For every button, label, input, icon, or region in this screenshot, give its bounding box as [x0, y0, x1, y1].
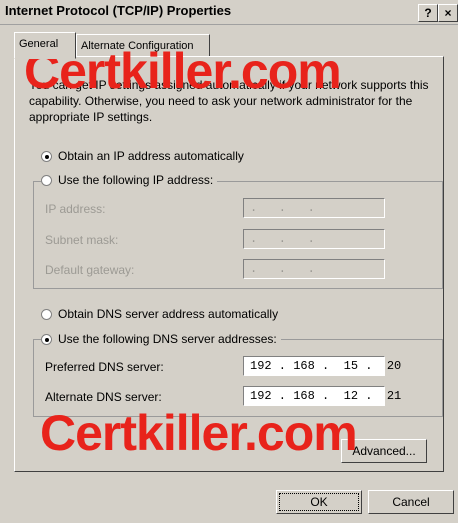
tab-general[interactable]: General — [14, 32, 76, 59]
ip-manual-radio[interactable]: Use the following IP address: — [41, 173, 218, 187]
dns-manual-label: Use the following DNS server addresses: — [58, 332, 277, 346]
ip-auto-label: Obtain an IP address automatically — [58, 149, 244, 163]
cancel-button[interactable]: Cancel — [368, 490, 454, 514]
radio-selected-icon — [41, 150, 52, 162]
default-gateway-label: Default gateway: — [45, 263, 135, 277]
subnet-mask-field[interactable]: . . . — [243, 229, 385, 249]
ip-address-field[interactable]: . . . — [243, 198, 385, 218]
ok-button[interactable]: OK — [276, 490, 362, 514]
radio-selected-icon — [41, 333, 52, 345]
title-bar: Internet Protocol (TCP/IP) Properties ? … — [0, 0, 458, 25]
preferred-dns-field[interactable]: 192 . 168 . 15 . 20 — [243, 356, 401, 376]
help-button[interactable]: ? — [418, 4, 438, 22]
ip-address-label: IP address: — [45, 202, 106, 216]
dns-manual-radio[interactable]: Use the following DNS server addresses: — [41, 332, 281, 346]
dns-auto-radio[interactable]: Obtain DNS server address automatically — [41, 307, 278, 321]
radio-unselected-icon — [41, 174, 52, 186]
default-gateway-field[interactable]: . . . — [243, 259, 385, 279]
alternate-dns-label: Alternate DNS server: — [45, 390, 162, 404]
preferred-dns-label: Preferred DNS server: — [45, 360, 164, 374]
ip-auto-radio[interactable]: Obtain an IP address automatically — [41, 149, 244, 163]
subnet-mask-label: Subnet mask: — [45, 233, 119, 247]
close-button[interactable]: × — [438, 4, 458, 22]
watermark-bottom: Certkiller.com — [40, 405, 358, 461]
dns-auto-label: Obtain DNS server address automatically — [58, 307, 279, 321]
ip-manual-label: Use the following IP address: — [58, 173, 214, 187]
window-title: Internet Protocol (TCP/IP) Properties — [5, 3, 232, 18]
radio-unselected-icon — [41, 308, 52, 320]
alternate-dns-field[interactable]: 192 . 168 . 12 . 21 — [243, 386, 401, 406]
